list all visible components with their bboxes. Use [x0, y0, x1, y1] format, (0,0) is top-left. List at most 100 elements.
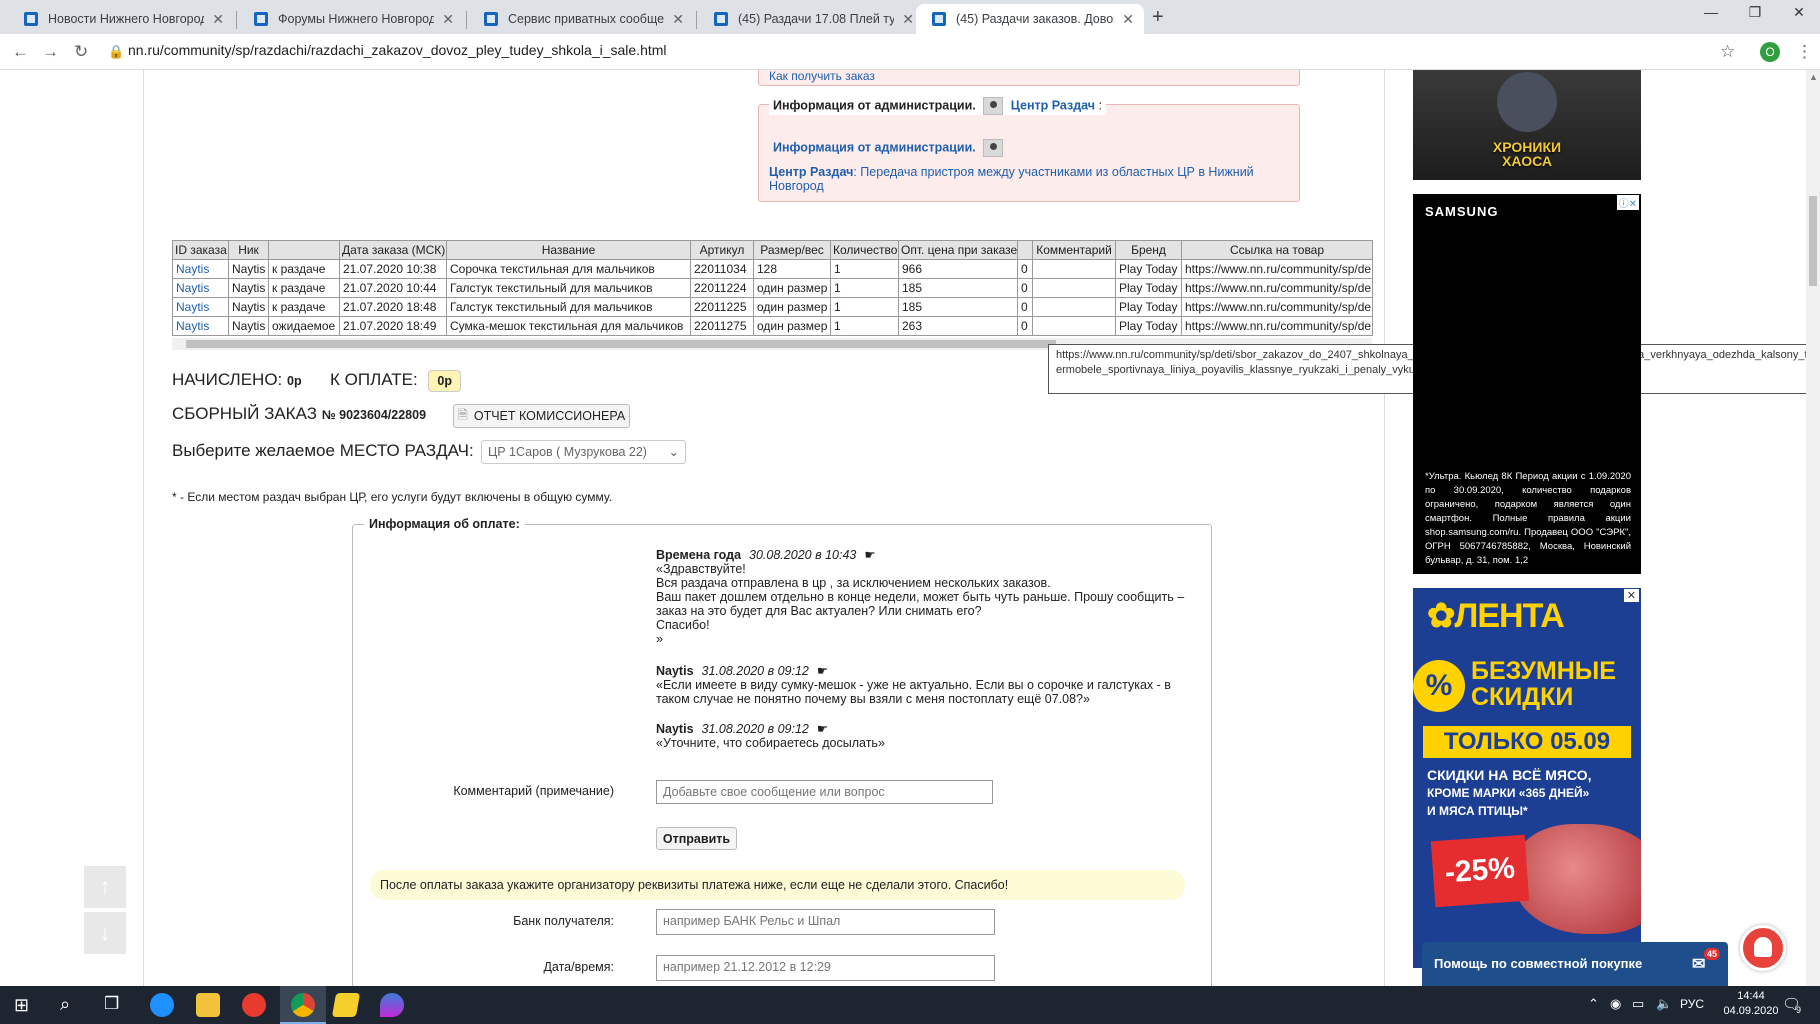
- tray-app-icon[interactable]: ◉: [1610, 996, 1621, 1012]
- order-id-link[interactable]: Naytis: [176, 281, 209, 295]
- center-link[interactable]: Центр Раздач: [1011, 98, 1095, 112]
- close-tab-icon[interactable]: ✕: [672, 11, 684, 28]
- bank-input[interactable]: например БАНК Рельс и Шпал: [656, 909, 995, 935]
- commissioner-report-button[interactable]: 🗎 ОТЧЕТ КОМИССИОНЕРА: [453, 404, 630, 428]
- order-id-link[interactable]: Naytis: [176, 300, 209, 314]
- order-number-block: СБОРНЫЙ ЗАКАЗ № 9023604/22809: [172, 404, 427, 423]
- close-window-icon[interactable]: ✕: [1776, 4, 1820, 21]
- table-row: Naytis Naytis к раздаче 21.07.2020 18:48…: [172, 297, 1373, 317]
- message-item: Naytis 31.08.2020 в 09:12 ☛ «Если имеете в…: [656, 664, 1171, 706]
- tray-chevron-icon[interactable]: ⌃: [1588, 996, 1599, 1012]
- browser-tab-active[interactable]: (45) Раздачи заказов. Довоз Пл✕: [916, 4, 1144, 34]
- user-avatar-icon: [983, 139, 1004, 157]
- payment-notice: После оплаты заказа укажите организатору…: [370, 870, 1185, 900]
- sticky-app-icon[interactable]: [331, 993, 361, 1017]
- lenta-logo: ✿ЛЕНТА: [1427, 597, 1565, 635]
- restore-icon[interactable]: ❐: [1732, 4, 1778, 21]
- url-field[interactable]: nn.ru/community/sp/razdachi/razdachi_zak…: [128, 42, 667, 58]
- scroll-down-icon[interactable]: ↓: [84, 912, 126, 954]
- scrollbar-thumb[interactable]: [1809, 196, 1817, 286]
- yandex-icon[interactable]: [242, 993, 266, 1017]
- how-to-get-box: Как получить заказ: [758, 70, 1300, 86]
- back-icon[interactable]: ←: [12, 42, 29, 62]
- close-tab-icon[interactable]: ✕: [442, 11, 454, 28]
- browser-tab[interactable]: Форумы Нижнего Новгорода н✕: [238, 4, 464, 34]
- file-explorer-icon[interactable]: [196, 993, 220, 1017]
- samsung-ad[interactable]: SAMSUNG ⓘ✕ *Ультра. Кьюлед 8К Период акц…: [1413, 194, 1641, 574]
- lenta-ad[interactable]: ✕ ✿ЛЕНТА % БЕЗУМНЫЕ СКИДКИ ТОЛЬКО 05.09 …: [1413, 588, 1641, 968]
- lock-icon: 🔒: [108, 44, 125, 59]
- message-count-badge: 45: [1704, 948, 1721, 960]
- task-view-icon[interactable]: ❒: [104, 994, 119, 1014]
- scrollbar-thumb[interactable]: [186, 340, 1056, 348]
- payment-legend: Информация об оплате:: [364, 517, 525, 531]
- network-icon[interactable]: ▭: [1632, 996, 1644, 1012]
- samsung-fineprint: *Ультра. Кьюлед 8К Период акции с 1.09.2…: [1425, 471, 1631, 566]
- reply-hand-icon[interactable]: ☛: [817, 664, 828, 678]
- close-tab-icon[interactable]: ✕: [902, 11, 914, 28]
- product-link[interactable]: https://www.nn.ru/community/sp/de: [1181, 316, 1373, 336]
- how-to-get-link[interactable]: Как получить заказ: [769, 70, 875, 83]
- send-button[interactable]: Отправить: [656, 827, 737, 850]
- orders-table: ID заказа Ник Дата заказа (МСК) Название…: [172, 240, 1373, 336]
- message-item: Времена года 30.08.2020 в 10:43 ☛ «Здравст…: [656, 548, 1185, 646]
- clock[interactable]: 14:44 04.09.2020: [1716, 989, 1786, 1019]
- center-link[interactable]: Центр Раздач: [769, 165, 853, 179]
- page-vertical-scrollbar[interactable]: ▲: [1806, 70, 1820, 986]
- volume-icon[interactable]: 🔈: [1656, 996, 1672, 1012]
- table-row: Naytis Naytis ожидаемое 21.07.2020 18:49…: [172, 316, 1373, 336]
- knight-illustration: [1497, 72, 1557, 132]
- notification-bell-icon[interactable]: [1740, 925, 1786, 971]
- bookmark-star-icon[interactable]: ☆: [1720, 42, 1735, 62]
- scroll-up-icon[interactable]: ↑: [84, 866, 126, 908]
- forward-icon[interactable]: →: [42, 42, 59, 62]
- profile-avatar[interactable]: О: [1760, 42, 1780, 62]
- place-select[interactable]: ЦР 1Саров ( Музрукова 22) ⌄: [481, 440, 686, 464]
- browser-tab[interactable]: Новости Нижнего Новгорода | Н✕: [8, 4, 234, 34]
- close-tab-icon[interactable]: ✕: [1122, 11, 1134, 28]
- language-indicator[interactable]: РУС: [1680, 997, 1704, 1011]
- search-icon[interactable]: ⌕: [60, 994, 70, 1015]
- product-link[interactable]: https://www.nn.ru/community/sp/de: [1181, 297, 1373, 317]
- datetime-input[interactable]: например 21.12.2012 в 12:29: [656, 955, 995, 981]
- address-bar: ← → ↻ 🔒 nn.ru/community/sp/razdachi/razd…: [0, 34, 1820, 70]
- message-item: Naytis 31.08.2020 в 09:12 ☛ «Уточните, что…: [656, 722, 885, 750]
- order-id-link[interactable]: Naytis: [176, 262, 209, 276]
- browser-tab[interactable]: Сервис приватных сообщений /✕: [468, 4, 694, 34]
- game-ad[interactable]: ХРОНИКИ ХАОСА: [1413, 70, 1641, 180]
- windows-start-icon[interactable]: ⊞: [14, 995, 29, 1016]
- browser-tab[interactable]: (45) Раздачи 17.08 Плей тудей Ш✕: [698, 4, 924, 34]
- new-tab-button[interactable]: +: [1152, 6, 1164, 29]
- samsung-logo: SAMSUNG: [1425, 204, 1499, 219]
- admin-info-box: Информация от администрации. Центр Разда…: [758, 97, 1300, 202]
- close-tab-icon[interactable]: ✕: [212, 11, 224, 28]
- to-pay-value: 0р: [428, 370, 462, 392]
- order-id-link[interactable]: Naytis: [176, 319, 209, 333]
- meat-illustration: [1513, 824, 1641, 934]
- reply-hand-icon[interactable]: ☛: [864, 548, 875, 562]
- product-link[interactable]: https://www.nn.ru/community/sp/de: [1181, 278, 1373, 298]
- site-favicon-icon: [932, 12, 946, 26]
- chrome-icon: [291, 993, 315, 1017]
- drop-app-icon[interactable]: [380, 993, 404, 1017]
- charged-block: НАЧИСЛЕНО: 0р: [172, 370, 302, 389]
- table-header-row: ID заказа Ник Дата заказа (МСК) Название…: [172, 240, 1373, 260]
- lenta-date: ТОЛЬКО 05.09: [1423, 726, 1631, 758]
- user-avatar-icon: [983, 97, 1004, 115]
- minimize-icon[interactable]: —: [1688, 4, 1734, 20]
- menu-icon[interactable]: ⋮: [1796, 42, 1813, 62]
- help-chat-bar[interactable]: Помощь по совместной покупке ✉ 45: [1422, 942, 1728, 986]
- comment-input[interactable]: Добавьте свое сообщение или вопрос: [656, 780, 993, 804]
- reply-hand-icon[interactable]: ☛: [817, 722, 828, 736]
- ad-choices-icon[interactable]: ⓘ✕: [1616, 195, 1639, 210]
- close-ad-icon[interactable]: ✕: [1623, 589, 1639, 602]
- scroll-up-arrow-icon[interactable]: ▲: [1809, 72, 1818, 82]
- bank-label: Банк получателя:: [513, 914, 614, 928]
- product-link[interactable]: https://www.nn.ru/community/sp/de: [1181, 259, 1373, 279]
- edge-icon[interactable]: [150, 993, 174, 1017]
- reload-icon[interactable]: ↻: [74, 42, 88, 62]
- chrome-taskbar-item[interactable]: [280, 986, 326, 1024]
- to-pay-block: К ОПЛАТЕ: 0р: [330, 370, 462, 392]
- discount-badge: -25%: [1430, 834, 1530, 908]
- browser-tab-bar: Новости Нижнего Новгорода | Н✕ Форумы Ни…: [0, 0, 1820, 34]
